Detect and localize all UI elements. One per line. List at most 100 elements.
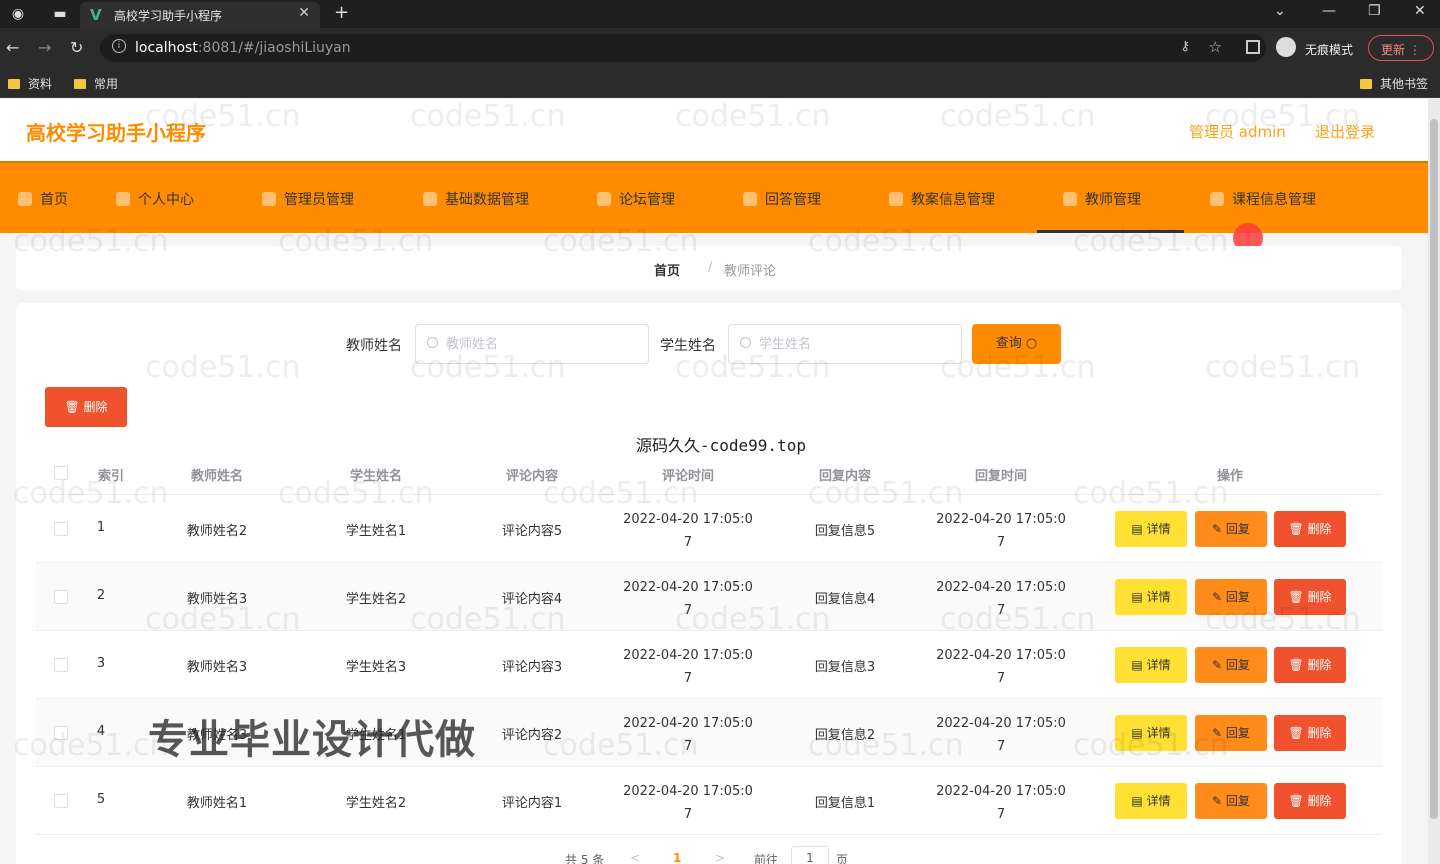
row-checkbox[interactable] [54, 794, 68, 808]
admin-icon [262, 192, 276, 206]
back-icon[interactable]: ← [6, 38, 19, 57]
app-root: 高校学习助手小程序 管理员 admin 退出登录 首页 个人中心 管理员管理 基… [0, 99, 1428, 864]
delete-button[interactable]: 🗑 删除 [1274, 783, 1346, 819]
browser-menu-icon[interactable]: ◉ [8, 4, 28, 24]
new-tab-icon[interactable]: + [334, 2, 349, 23]
bookmarks-bar: 资料 常用 其他书签 [0, 68, 1440, 98]
page-scrollbar[interactable] [1428, 99, 1440, 864]
menu-active-indicator [1037, 230, 1184, 233]
reply-button[interactable]: ✎ 回复 [1195, 647, 1267, 683]
minimize-icon[interactable]: — [1322, 3, 1336, 19]
batch-delete-button[interactable]: 🗑 删除 [45, 387, 127, 427]
cell-reply: 回复信息5 [814, 524, 876, 539]
menu-item-basic-data[interactable]: 基础数据管理 [423, 189, 529, 209]
menu-item-lesson-plans[interactable]: 教案信息管理 [889, 189, 995, 209]
menu-item-teachers[interactable]: 教师管理 [1063, 189, 1141, 209]
reply-button[interactable]: ✎ 回复 [1195, 579, 1267, 615]
cell-reply-time: 2022-04-20 17:05:0 7 [936, 784, 1066, 822]
detail-button[interactable]: ▤ 详情 [1115, 715, 1187, 751]
teacher-name-input[interactable] [446, 334, 636, 354]
reply-button[interactable]: ✎ 回复 [1195, 783, 1267, 819]
chevron-down-icon[interactable]: ⌄ [1274, 3, 1286, 19]
info-icon[interactable]: i [112, 39, 126, 53]
row-checkbox[interactable] [54, 522, 68, 536]
student-name-input[interactable] [759, 334, 949, 354]
detail-button[interactable]: ▤ 详情 [1115, 647, 1187, 683]
breadcrumb-home[interactable]: 首页 [654, 260, 680, 279]
cell-index: 1 [96, 520, 106, 535]
reply-button[interactable]: ✎ 回复 [1195, 715, 1267, 751]
delete-button[interactable]: 🗑 删除 [1274, 579, 1346, 615]
search-icon: ○ [1025, 336, 1038, 351]
teacher-name-field[interactable] [415, 324, 649, 364]
bookmark-folder-ziliao[interactable]: 资料 [8, 75, 52, 92]
browser-tab[interactable]: V 高校学习助手小程序 ✕ [80, 2, 320, 28]
cell-index: 2 [96, 588, 106, 603]
cell-student: 学生姓名2 [345, 592, 407, 607]
delete-button[interactable]: 🗑 删除 [1274, 715, 1346, 751]
page-number[interactable]: 1 [673, 851, 681, 864]
tab-search-icon[interactable]: ▬ [50, 4, 70, 24]
reply-button[interactable]: ✎ 回复 [1195, 511, 1267, 547]
cell-student: 学生姓名1 [345, 524, 407, 539]
row-checkbox[interactable] [54, 590, 68, 604]
folder-icon [1360, 79, 1372, 89]
sidebar-toggle-icon[interactable] [1246, 40, 1260, 54]
table-header: 索引 教师姓名 学生姓名 评论内容 评论时间 回复内容 回复时间 操作 [36, 451, 1382, 495]
trash-icon: 🗑 [64, 400, 80, 414]
reload-icon[interactable]: ↻ [70, 38, 83, 57]
menu-item-forum[interactable]: 论坛管理 [597, 189, 675, 209]
cell-comment-time: 2022-04-20 17:05:0 7 [623, 716, 753, 754]
other-bookmarks[interactable]: 其他书签 [1360, 75, 1428, 92]
query-button[interactable]: 查询 ○ [972, 324, 1061, 364]
student-name-label: 学生姓名 [660, 338, 716, 354]
cell-comment-time: 2022-04-20 17:05:0 7 [623, 580, 753, 618]
cell-reply: 回复信息4 [814, 592, 876, 607]
detail-button[interactable]: ▤ 详情 [1115, 511, 1187, 547]
row-checkbox[interactable] [54, 726, 68, 740]
cell-student: 学生姓名3 [345, 660, 407, 675]
next-page-button[interactable]: > [715, 851, 725, 864]
answer-icon [743, 192, 757, 206]
forward-icon[interactable]: → [38, 38, 51, 57]
table-row: 1 教师姓名2 学生姓名1 评论内容5 2022-04-20 17:05:0 7 … [36, 495, 1382, 563]
incognito-label: 无痕模式 [1305, 43, 1354, 57]
menu-item-admin[interactable]: 管理员管理 [262, 189, 354, 209]
bookmark-folder-changyong[interactable]: 常用 [74, 75, 118, 92]
cell-comment: 评论内容1 [501, 796, 563, 811]
col-student: 学生姓名 [349, 469, 402, 484]
row-checkbox[interactable] [54, 658, 68, 672]
detail-button[interactable]: ▤ 详情 [1115, 783, 1187, 819]
goto-page-input[interactable]: 1 [791, 846, 829, 864]
menu-item-home[interactable]: 首页 [18, 189, 68, 209]
breadcrumb-separator: / [708, 260, 713, 275]
url-path: :8081/#/jiaoshiLiuyan [197, 40, 351, 56]
delete-button[interactable]: 🗑 删除 [1274, 647, 1346, 683]
detail-button[interactable]: ▤ 详情 [1115, 579, 1187, 615]
incognito-icon[interactable] [1276, 37, 1296, 57]
select-all-checkbox[interactable] [54, 466, 68, 480]
student-name-field[interactable] [728, 324, 962, 364]
admin-label: 管理员 admin [1189, 123, 1286, 141]
table-row: 5 教师姓名1 学生姓名2 评论内容1 2022-04-20 17:05:0 7 … [36, 767, 1382, 835]
window-close-icon[interactable]: ✕ [1414, 3, 1426, 19]
cell-comment: 评论内容3 [501, 660, 563, 675]
cell-teacher: 教师姓名3 [186, 592, 248, 607]
menu-item-courses[interactable]: 课程信息管理 [1210, 189, 1316, 209]
cell-comment-time: 2022-04-20 17:05:0 7 [623, 512, 753, 550]
menu-item-profile[interactable]: 个人中心 [116, 189, 194, 209]
delete-button[interactable]: 🗑 删除 [1274, 511, 1346, 547]
logout-link[interactable]: 退出登录 [1315, 121, 1375, 142]
close-icon[interactable]: ✕ [298, 5, 310, 21]
url-field[interactable]: i localhost:8081/#/jiaoshiLiuyan ⚷ ☆ [100, 34, 1266, 62]
update-button[interactable]: 更新 ⋮ [1368, 35, 1434, 61]
star-icon[interactable]: ☆ [1209, 38, 1222, 56]
prev-page-button[interactable]: < [630, 851, 640, 864]
cell-comment: 评论内容5 [501, 524, 563, 539]
menu-item-answers[interactable]: 回答管理 [743, 189, 821, 209]
scrollbar-thumb[interactable] [1430, 119, 1438, 819]
col-comment: 评论内容 [505, 469, 558, 484]
restore-icon[interactable]: ❐ [1368, 3, 1381, 19]
cell-teacher: 教师姓名3 [186, 660, 248, 675]
key-icon[interactable]: ⚷ [1180, 39, 1190, 54]
